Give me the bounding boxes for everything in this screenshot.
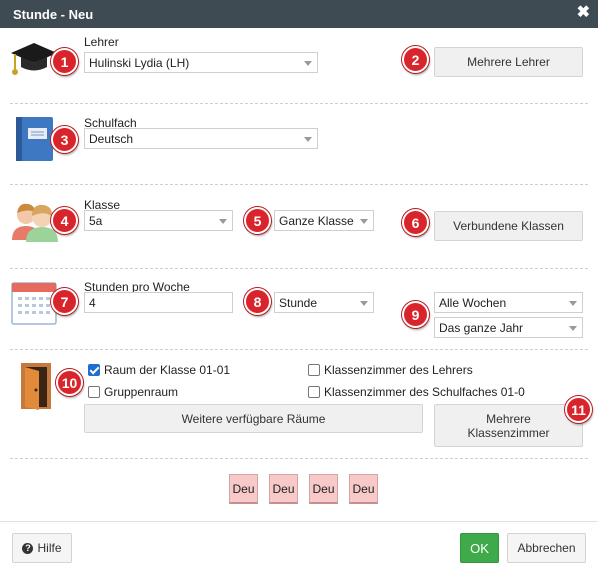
marker-9: 9	[402, 301, 429, 328]
help-button-label: Hilfe	[37, 541, 62, 555]
ok-button[interactable]: OK	[460, 533, 499, 563]
more-rooms-button-label: Weitere verfügbare Räume	[181, 411, 326, 426]
teacher-room-label: Klassenzimmer des Lehrers	[324, 363, 473, 377]
book-icon	[14, 116, 56, 162]
cancel-button-label: Abbrechen	[517, 541, 576, 555]
chevron-down-icon	[569, 301, 577, 306]
multiple-teachers-button-label: Mehrere Lehrer	[467, 55, 550, 69]
marker-1: 1	[51, 48, 78, 75]
close-icon[interactable]: ✖	[577, 4, 590, 22]
marker-8: 8	[244, 288, 271, 315]
separator	[10, 268, 588, 269]
chevron-down-icon	[304, 137, 312, 142]
weeks-select-value: Alle Wochen	[439, 296, 507, 310]
lesson-chip[interactable]: Deu	[229, 474, 258, 504]
multiple-classrooms-button-line2: Klassenzimmer	[467, 425, 550, 440]
subject-select-value: Deutsch	[89, 132, 134, 146]
marker-2: 2	[402, 46, 429, 73]
group-room-checkbox[interactable]	[88, 386, 100, 398]
cancel-button[interactable]: Abbrechen	[507, 533, 586, 563]
dialog-title: Stunde - Neu	[13, 7, 94, 22]
dialog-titlebar: Stunde - Neu ✖	[0, 0, 598, 28]
multiple-teachers-button[interactable]: Mehrere Lehrer	[434, 47, 583, 77]
marker-11: 11	[565, 396, 592, 423]
footer-divider	[0, 521, 598, 522]
marker-6: 6	[402, 209, 429, 236]
hours-per-week-value: 4	[89, 296, 96, 310]
class-select[interactable]: 5a	[84, 210, 233, 231]
marker-3: 3	[51, 126, 78, 153]
chevron-down-icon	[569, 326, 577, 331]
class-room-label: Raum der Klasse 01-01	[104, 363, 231, 377]
linked-classes-button[interactable]: Verbundene Klassen	[434, 211, 583, 241]
marker-10: 10	[56, 369, 83, 396]
hour-unit-select-value: Stunde	[279, 296, 318, 310]
hour-unit-select[interactable]: Stunde	[274, 292, 374, 313]
lesson-chip[interactable]: Deu	[269, 474, 298, 504]
chevron-down-icon	[219, 219, 227, 224]
lesson-chip[interactable]: Deu	[309, 474, 338, 504]
marker-7: 7	[51, 288, 78, 315]
subject-room-label: Klassenzimmer des Schulfaches 01-0	[324, 385, 525, 399]
marker-4: 4	[51, 207, 78, 234]
separator	[10, 103, 588, 104]
teacher-select-value: Hulinski Lydia (LH)	[89, 56, 190, 70]
chevron-down-icon	[360, 301, 368, 306]
weeks-select[interactable]: Alle Wochen	[434, 292, 583, 313]
question-circle-icon: ?	[22, 542, 34, 554]
help-button[interactable]: ? Hilfe	[12, 533, 72, 563]
teacher-label: Lehrer	[84, 35, 119, 49]
class-select-value: 5a	[89, 214, 103, 228]
ok-button-label: OK	[470, 540, 489, 556]
separator	[10, 349, 588, 350]
subject-room-checkbox[interactable]	[308, 386, 320, 398]
period-select[interactable]: Das ganze Jahr	[434, 317, 583, 338]
hours-per-week-input[interactable]: 4	[84, 292, 233, 313]
teacher-select[interactable]: Hulinski Lydia (LH)	[84, 52, 318, 73]
separator	[10, 184, 588, 185]
teacher-room-checkbox[interactable]	[308, 364, 320, 376]
chevron-down-icon	[360, 219, 368, 224]
marker-5: 5	[244, 207, 271, 234]
group-room-label: Gruppenraum	[104, 385, 179, 399]
chevron-down-icon	[304, 61, 312, 66]
class-group-select[interactable]: Ganze Klasse	[274, 210, 374, 231]
multiple-classrooms-button-line1: Mehrere	[486, 411, 531, 426]
separator	[10, 458, 588, 459]
more-rooms-button[interactable]: Weitere verfügbare Räume	[84, 404, 423, 433]
period-select-value: Das ganze Jahr	[439, 321, 524, 335]
subject-select[interactable]: Deutsch	[84, 128, 318, 149]
class-group-select-value: Ganze Klasse	[279, 214, 354, 228]
multiple-classrooms-button[interactable]: Mehrere Klassenzimmer	[434, 404, 583, 447]
linked-classes-button-label: Verbundene Klassen	[453, 219, 564, 233]
class-room-checkbox[interactable]	[88, 364, 100, 376]
door-icon	[17, 361, 55, 411]
lesson-chip[interactable]: Deu	[349, 474, 378, 504]
